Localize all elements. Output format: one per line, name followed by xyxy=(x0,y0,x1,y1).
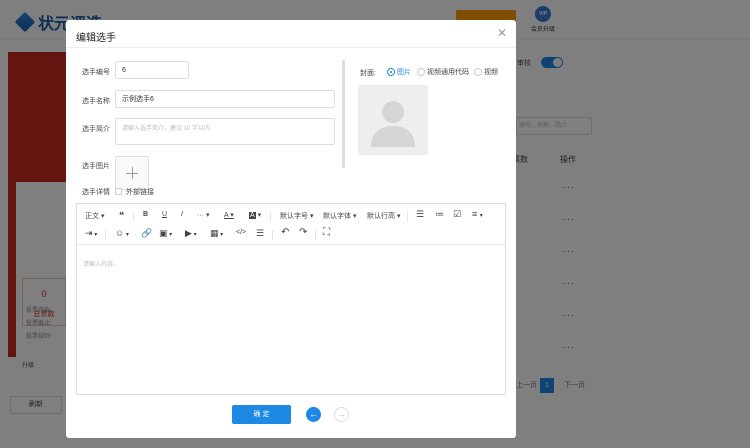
cover-radio-image[interactable] xyxy=(387,68,395,76)
background-color-icon[interactable]: A ▾ xyxy=(249,211,261,219)
align-icon[interactable]: ≡ ▾ xyxy=(472,209,483,219)
toolbar-divider xyxy=(105,230,106,240)
name-input[interactable] xyxy=(115,90,335,108)
fullscreen-icon[interactable]: ⛶ xyxy=(323,227,330,238)
modal-title: 编辑选手 xyxy=(76,33,116,44)
intro-textarea[interactable] xyxy=(115,118,335,145)
editor-content-area[interactable]: 请输入内容... xyxy=(83,259,118,268)
paragraph-format-dropdown[interactable]: 正文 ▾ xyxy=(85,211,104,221)
bullet-list-icon[interactable]: ☰ xyxy=(416,209,424,220)
italic-icon[interactable]: I xyxy=(181,211,183,218)
toolbar-divider xyxy=(272,230,273,240)
form-scrollbar[interactable] xyxy=(342,60,345,168)
undo-icon[interactable]: ↶ xyxy=(281,227,289,238)
cover-image[interactable] xyxy=(358,85,428,155)
indent-icon[interactable]: ⇥ ▾ xyxy=(85,228,97,239)
toolbar-divider xyxy=(270,212,271,222)
underline-icon[interactable]: U xyxy=(162,211,167,218)
cover-option-video[interactable]: 视频 xyxy=(484,67,498,77)
avatar-placeholder-icon xyxy=(371,101,415,147)
cover-radio-video-code[interactable] xyxy=(417,68,425,76)
modal-header: 编辑选手 ✕ xyxy=(66,20,516,48)
edit-contestant-modal: 编辑选手 ✕ 选手编号 选手名称 选手简介 选手图片 选手详情 外部链接 封面:… xyxy=(66,20,516,438)
quote-icon[interactable]: ❝ xyxy=(119,210,124,221)
close-icon[interactable]: ✕ xyxy=(497,26,507,40)
toolbar-divider xyxy=(133,212,134,222)
editor-toolbar-divider xyxy=(77,244,505,245)
editor-toolbar-row-1: 正文 ▾ ❝ B U I ··· ▾ A ▾ A ▾ 默认字号 ▾ 默认字体 ▾… xyxy=(77,206,505,224)
divider-icon[interactable]: ☰ xyxy=(256,228,264,239)
image-label: 选手图片 xyxy=(82,163,110,170)
link-icon[interactable]: 🔗 xyxy=(141,228,152,239)
cover-label: 封面: xyxy=(360,70,376,77)
font-color-icon[interactable]: A ▾ xyxy=(224,211,234,219)
rich-text-editor: 正文 ▾ ❝ B U I ··· ▾ A ▾ A ▾ 默认字号 ▾ 默认字体 ▾… xyxy=(76,203,506,395)
more-style-icon[interactable]: ··· ▾ xyxy=(197,211,209,219)
image-icon[interactable]: ▣ ▾ xyxy=(159,228,172,239)
toolbar-divider xyxy=(407,212,408,222)
cover-radio-video[interactable] xyxy=(474,68,482,76)
font-family-dropdown[interactable]: 默认字体 ▾ xyxy=(323,211,356,221)
video-icon[interactable]: ▶ ▾ xyxy=(185,228,197,239)
image-upload-button[interactable] xyxy=(115,156,149,190)
cover-option-video-code[interactable]: 视频通用代码 xyxy=(427,67,469,77)
line-height-dropdown[interactable]: 默认行高 ▾ xyxy=(367,211,400,221)
prev-arrow-icon[interactable]: ← xyxy=(306,407,321,422)
bold-icon[interactable]: B xyxy=(143,211,148,218)
redo-icon[interactable]: ↷ xyxy=(299,227,307,238)
confirm-button[interactable]: 确 定 xyxy=(232,405,291,424)
external-link-checkbox[interactable] xyxy=(115,188,122,195)
todo-list-icon[interactable]: ☑ xyxy=(453,209,461,220)
external-link-label: 外部链接 xyxy=(126,189,154,196)
next-arrow-icon[interactable]: → xyxy=(334,407,349,422)
numbered-list-icon[interactable]: ≔ xyxy=(435,209,444,220)
table-icon[interactable]: ▦ ▾ xyxy=(210,228,223,239)
cover-option-image[interactable]: 图片 xyxy=(397,67,411,77)
detail-label: 选手详情 xyxy=(82,189,110,196)
editor-toolbar-row-2: ⇥ ▾ ☺ ▾ 🔗 ▣ ▾ ▶ ▾ ▦ ▾ </> ☰ ↶ ↷ ⛶ xyxy=(77,225,505,243)
name-label: 选手名称 xyxy=(82,98,110,105)
toolbar-divider xyxy=(315,230,316,240)
code-icon[interactable]: </> xyxy=(236,229,246,236)
emoji-icon[interactable]: ☺ ▾ xyxy=(115,228,129,238)
font-size-dropdown[interactable]: 默认字号 ▾ xyxy=(280,211,313,221)
number-label: 选手编号 xyxy=(82,69,110,76)
intro-label: 选手简介 xyxy=(82,126,110,133)
number-input[interactable] xyxy=(115,61,189,79)
